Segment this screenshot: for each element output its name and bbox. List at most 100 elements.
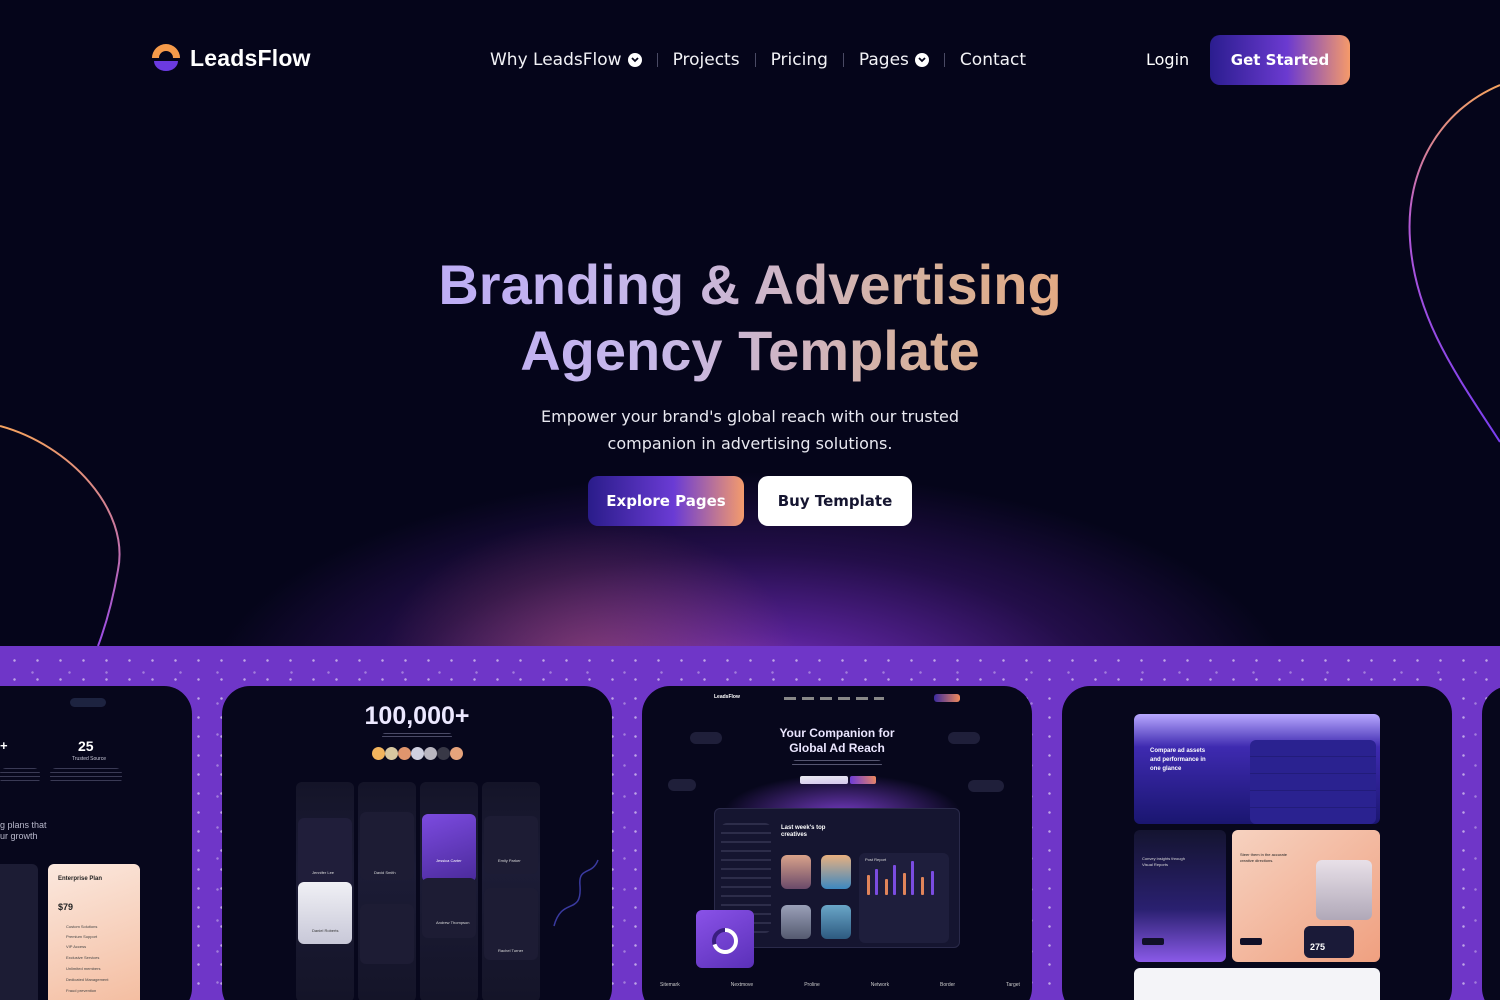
testimonial-card-highlight: Daniel Roberts	[298, 882, 352, 944]
nav-item-label: Pricing	[770, 50, 828, 70]
hero-headline: Branding & Advertising Agency Template	[300, 252, 1200, 384]
nav-item-pricing[interactable]: Pricing	[771, 50, 828, 70]
testimonial-card: Jennifer Lee	[298, 818, 352, 886]
feature-panel-compare: Compare ad assets and performance in one…	[1134, 714, 1380, 824]
testimonial-name: David Smith	[374, 870, 396, 875]
avatar	[437, 747, 450, 760]
report-bar	[903, 873, 906, 895]
brand-logo[interactable]: LeadsFlow	[150, 44, 311, 72]
partner-logo: Target	[1006, 982, 1020, 988]
chevron-down-icon	[914, 53, 929, 67]
panel-button	[1142, 938, 1164, 945]
plan-price: $79	[58, 902, 74, 912]
hero-section: LeadsFlow Why LeadsFlow Projects Pricing…	[0, 0, 1500, 646]
avatar	[450, 747, 463, 760]
avatar	[424, 747, 437, 760]
testimonial-name: Daniel Roberts	[312, 928, 339, 933]
nav-item-contact[interactable]: Contact	[960, 50, 1026, 70]
report-bar	[875, 869, 878, 895]
report-bar	[893, 865, 896, 895]
plan-feature: Unlimited members	[66, 966, 101, 971]
report-bar	[885, 879, 888, 895]
preview-cta	[934, 694, 960, 702]
buy-template-button[interactable]: Buy Template	[758, 476, 912, 526]
testimonial-card: Andrew Thompson	[422, 878, 476, 938]
preview-heading-line-2: ur growth	[0, 831, 38, 841]
template-preview-card-analytics[interactable]: Compare ad assets and performance in one…	[1062, 686, 1452, 1000]
template-preview-card-edge[interactable]	[1482, 686, 1500, 1000]
nav-divider	[656, 53, 658, 67]
nav-item-pages[interactable]: Pages	[859, 50, 929, 70]
template-preview-card-home[interactable]: LeadsFlow Your Companion for Global Ad R…	[642, 686, 1032, 1000]
dashboard-title-2: creatives	[781, 832, 808, 838]
testimonial-name: Rachel Turner	[498, 948, 524, 953]
dashboard-thumb	[781, 855, 811, 889]
panel-image	[1316, 860, 1372, 920]
panel-title-2: creative directions.	[1240, 858, 1274, 863]
partner-logo: Border	[940, 982, 956, 988]
nav-item-label: Pages	[858, 50, 909, 70]
dashboard-thumb	[821, 855, 851, 889]
testimonial-card: Rachel Turner	[484, 888, 538, 960]
nav-item-projects[interactable]: Projects	[673, 50, 740, 70]
dashboard-thumb	[781, 905, 811, 939]
preview-topbar-button	[70, 698, 106, 707]
report-bar	[921, 877, 924, 895]
headline-line-1: Branding & Advertising	[438, 253, 1062, 316]
template-preview-card-testimonials[interactable]: 100,000+ Jennifer Lee Daniel Roberts Dav…	[222, 686, 612, 1000]
partner-logo: Proline	[804, 982, 820, 988]
login-link[interactable]: Login	[1146, 50, 1189, 69]
preview-text-lines	[50, 768, 122, 784]
report-bar	[931, 871, 934, 895]
panel-title-1: Steer them in the accurate	[1240, 852, 1287, 857]
subtext-line-2: companion in advertising solutions.	[607, 434, 893, 453]
feature-panel-bottom	[1134, 968, 1380, 1000]
explore-pages-button[interactable]: Explore Pages	[588, 476, 744, 526]
partner-logo: Nextmove	[730, 982, 754, 988]
panel-button	[1240, 938, 1262, 945]
preview-stat-plus: +	[0, 738, 8, 753]
avatar	[411, 747, 424, 760]
nav-item-label: Projects	[672, 50, 740, 70]
report-bar	[911, 861, 914, 895]
preview-stat-value: 25	[78, 738, 94, 754]
nav-item-why-leadsflow[interactable]: Why LeadsFlow	[490, 50, 642, 70]
preview-dark-plan	[0, 864, 38, 1000]
nav-item-label: Contact	[959, 50, 1027, 70]
nav-divider	[754, 53, 756, 67]
panel-table	[1250, 740, 1376, 824]
hero-glow-warm	[380, 520, 800, 646]
testimonial-name: Emily Parker	[498, 858, 521, 863]
plan-feature: VIP Access	[66, 944, 87, 949]
preview-big-stat: 100,000+	[364, 702, 470, 730]
get-started-button[interactable]: Get Started	[1210, 35, 1350, 85]
donut-chart-icon	[712, 928, 738, 954]
report-label: Post Report	[865, 857, 887, 862]
template-preview-card-pricing[interactable]: + 25 Trusted Source g plans that ur grow…	[0, 686, 192, 1000]
hero-subtext: Empower your brand's global reach with o…	[450, 403, 1050, 457]
panel-title-3: one glance	[1150, 766, 1182, 772]
preview-donut-widget	[696, 910, 754, 968]
leadsflow-logo-icon	[152, 44, 180, 71]
plan-feature: Premium Support	[66, 934, 98, 939]
feature-panel-directions: Steer them in the accurate creative dire…	[1232, 830, 1380, 962]
panel-title-2: Visual Reports	[1142, 862, 1168, 867]
report-bar	[867, 875, 870, 895]
testimonial-name: Jessica Carter	[436, 858, 462, 863]
avatar-row	[372, 747, 464, 761]
dashboard-report: Post Report	[859, 853, 949, 943]
panel-stat-value: 275	[1310, 942, 1326, 952]
decorative-squiggle	[553, 859, 599, 927]
nav-item-label: Why LeadsFlow	[490, 50, 622, 70]
main-nav: Why LeadsFlow Projects Pricing Pages Con…	[490, 48, 1026, 72]
preview-nav: LeadsFlow	[714, 694, 964, 704]
decorative-arc-right	[1408, 84, 1500, 443]
preview-stat-label: Trusted Source	[72, 756, 106, 762]
nav-divider	[943, 53, 945, 67]
preview-badge	[668, 779, 696, 791]
partner-logo: Sitemark	[660, 982, 680, 988]
preview-text-lines	[0, 768, 40, 784]
panel-title-2: and performance in	[1150, 757, 1206, 763]
testimonial-name: Andrew Thompson	[436, 920, 470, 925]
preview-badge	[690, 732, 722, 744]
